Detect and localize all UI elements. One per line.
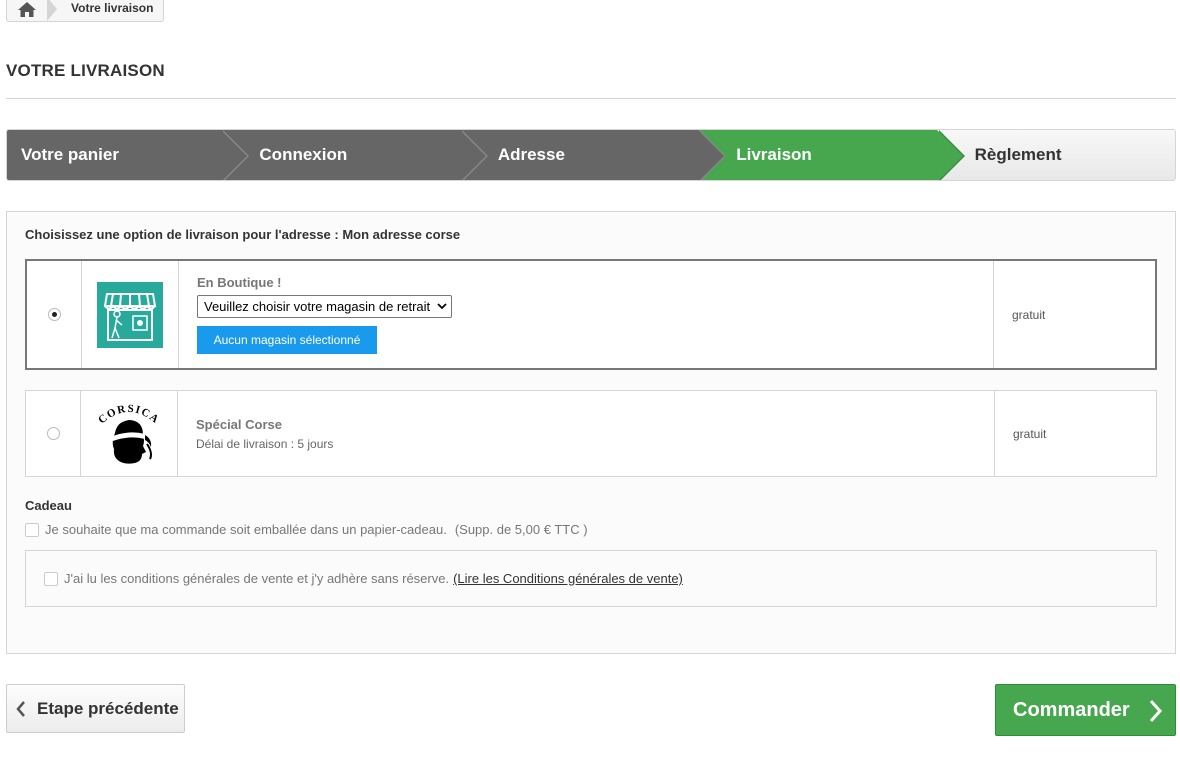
checkout-steps: Votre panier Connexion Adresse Livraison… — [6, 129, 1176, 181]
delivery-delay: Délai de livraison : 5 jours — [196, 436, 334, 451]
chevron-left-icon — [16, 700, 25, 717]
terms-label: J'ai lu les conditions générales de vent… — [64, 571, 450, 586]
step-label: Adresse — [497, 145, 565, 164]
delivery-option-store[interactable]: En Boutique ! Veuillez choisir votre mag… — [25, 259, 1157, 370]
step-label: Votre panier — [21, 145, 119, 164]
terms-box: J'ai lu les conditions générales de vent… — [25, 550, 1157, 607]
delivery-title: Choisissez une option de livraison pour … — [25, 227, 461, 242]
previous-step-label: Etape précédente — [37, 698, 179, 718]
terms-checkbox[interactable] — [44, 571, 58, 586]
chevron-right-icon — [1149, 699, 1163, 723]
step-delivery: Livraison — [698, 130, 966, 180]
breadcrumb-separator — [47, 0, 57, 21]
order-label: Commander — [1013, 698, 1130, 721]
step-label: Règlement — [974, 145, 1062, 164]
home-icon[interactable] — [18, 2, 36, 17]
gift-supplement: (Supp. de 5,00 € TTC ) — [454, 522, 588, 537]
step-label: Connexion — [259, 145, 348, 164]
breadcrumb: Votre livraison — [6, 0, 165, 22]
breadcrumb-current: Votre livraison — [71, 1, 154, 15]
gift-title: Cadeau — [25, 498, 72, 513]
corsica-flag-icon: CORSICA — [97, 402, 160, 464]
gift-checkbox[interactable] — [25, 522, 39, 537]
chevron-down-icon — [437, 303, 447, 310]
store-select-value: Veuillez choisir votre magasin de retrai… — [204, 299, 431, 314]
delivery-price: gratuit — [1013, 426, 1047, 441]
order-button[interactable]: Commander — [995, 684, 1176, 736]
delivery-price: gratuit — [1012, 307, 1046, 322]
step-payment: Règlement — [936, 130, 1175, 180]
page-title: VOTRE LIVRAISON — [6, 61, 165, 80]
carrier-name: En Boutique ! — [197, 275, 282, 290]
step-label: Livraison — [736, 145, 812, 164]
delivery-radio-store[interactable] — [47, 308, 61, 321]
delivery-option-corse[interactable]: CORSICA Spécial Corse Délai de livraison… — [25, 390, 1157, 477]
step-cart[interactable]: Votre panier — [7, 130, 250, 180]
step-address[interactable]: Adresse — [459, 130, 727, 180]
store-select[interactable]: Veuillez choisir votre magasin de retrai… — [197, 295, 452, 318]
delivery-radio-corse[interactable] — [46, 427, 60, 440]
selected-store-button[interactable]: Aucun magasin sélectionné — [197, 326, 377, 354]
delivery-options-panel: Choisissez une option de livraison pour … — [6, 211, 1176, 654]
terms-link[interactable]: (Lire les Conditions générales de vente) — [453, 571, 683, 586]
previous-step-button[interactable]: Etape précédente — [6, 684, 185, 733]
gift-option: Je souhaite que ma commande soit emballé… — [25, 522, 588, 537]
breadcrumb-home[interactable] — [7, 0, 47, 21]
divider — [6, 98, 1176, 99]
carrier-name: Spécial Corse — [196, 416, 282, 432]
gift-label: Je souhaite que ma commande soit emballé… — [45, 522, 447, 537]
store-icon — [97, 281, 163, 348]
step-login[interactable]: Connexion — [221, 130, 489, 180]
